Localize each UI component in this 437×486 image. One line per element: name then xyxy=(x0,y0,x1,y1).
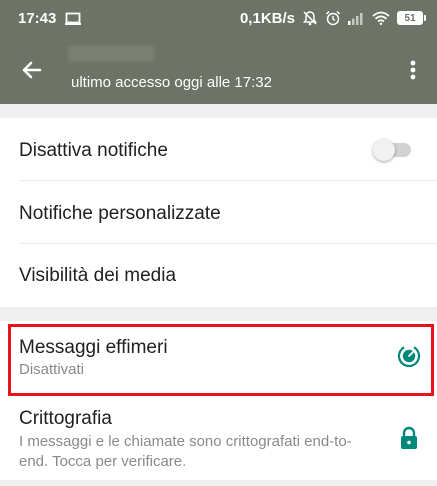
mute-toggle[interactable] xyxy=(373,139,411,161)
back-arrow-icon[interactable] xyxy=(18,56,46,84)
custom-notifications-label: Notifiche personalizzate xyxy=(19,203,221,224)
battery-indicator: 51 xyxy=(397,11,426,25)
section-separator xyxy=(0,104,437,118)
encryption-description: I messaggi e le chiamate sono crittograf… xyxy=(19,433,352,470)
mute-toggle-knob xyxy=(373,139,395,161)
mute-notifications-label: Disattiva notifiche xyxy=(19,140,168,161)
ephemeral-messages-row[interactable]: Messaggi effimeri Disattivati xyxy=(0,321,437,398)
ephemeral-timer-icon xyxy=(397,344,421,368)
status-time: 17:43 xyxy=(18,9,57,27)
app-bar: ultimo accesso oggi alle 17:32 xyxy=(0,36,437,104)
screen-cast-icon xyxy=(65,12,82,25)
contact-name-blurred xyxy=(68,46,154,62)
encryption-label: Crittografia xyxy=(19,408,112,429)
section-separator xyxy=(0,480,437,486)
section-separator xyxy=(0,307,437,321)
encryption-row[interactable]: Crittografia I messaggi e le chiamate so… xyxy=(0,398,437,480)
custom-notifications-row[interactable]: Notifiche personalizzate xyxy=(0,181,437,243)
status-bar: 17:43 0,1KB/s 51 xyxy=(0,0,437,36)
ephemeral-messages-label: Messaggi effimeri xyxy=(19,337,168,358)
last-seen-text: ultimo accesso oggi alle 17:32 xyxy=(71,74,272,91)
network-speed: 0,1KB/s xyxy=(239,9,295,27)
media-visibility-row[interactable]: Visibilità dei media xyxy=(0,244,437,307)
ephemeral-messages-status: Disattivati xyxy=(19,361,85,378)
more-options-icon[interactable] xyxy=(403,56,423,84)
lock-icon xyxy=(401,426,417,449)
media-visibility-label: Visibilità dei media xyxy=(19,265,177,286)
alarm-icon xyxy=(325,10,341,26)
mute-bell-icon xyxy=(303,11,317,26)
mute-notifications-row[interactable]: Disattiva notifiche xyxy=(0,118,437,180)
wifi-icon xyxy=(372,11,390,25)
cell-signal-icon xyxy=(348,13,363,25)
